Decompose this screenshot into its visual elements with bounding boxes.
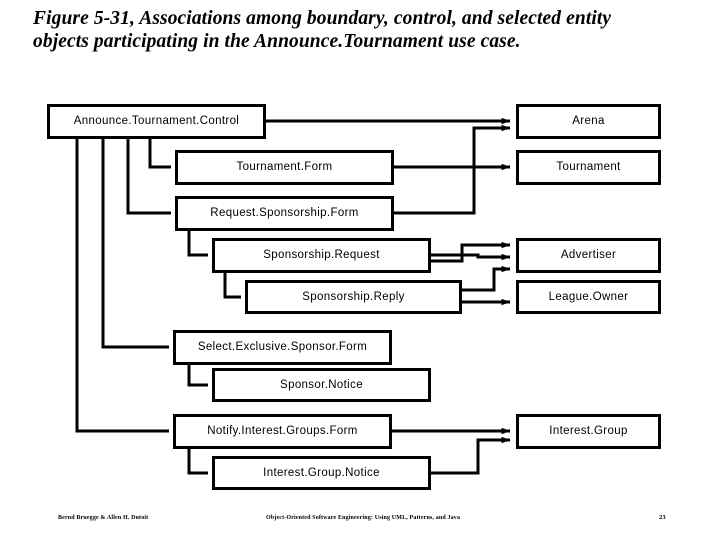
object-box-sponsorship-request[interactable]: Sponsorship.Request [212, 238, 431, 273]
object-box-select-exclusive-sponsor-form[interactable]: Select.Exclusive.Sponsor.Form [173, 330, 392, 365]
object-box-label: Arena [572, 115, 605, 127]
assoc-control-selectform [101, 139, 169, 349]
uml-association-diagram: Announce.Tournament.Control Arena Tourna… [0, 0, 720, 540]
footer-authors: Bernd Bruegge & Allen H. Dutoit [58, 515, 149, 521]
object-box-label: Notify.Interest.Groups.Form [207, 425, 358, 437]
object-box-notify-interest-groups-form[interactable]: Notify.Interest.Groups.Form [173, 414, 392, 449]
object-box-tournament[interactable]: Tournament [516, 150, 661, 185]
assoc-tournamentform-arena [394, 124, 511, 169]
object-box-label: League.Owner [548, 290, 629, 303]
assoc-selectform-sponsornotice [187, 365, 208, 387]
object-box-label: Tournament [556, 161, 621, 173]
assoc-sponsorshiprequest-advertiser [431, 253, 511, 261]
assoc-requestform-sponsorshiprequest [187, 231, 208, 257]
object-box-label: Interest.Group [549, 425, 628, 437]
object-box-label: Request.Sponsorship.Form [210, 207, 359, 219]
object-box-label: Advertiser [560, 249, 617, 261]
object-box-interest-group-notice[interactable]: Interest.Group.Notice [212, 456, 431, 490]
assoc-control-notifyform [75, 139, 169, 433]
footer-page-number: 23 [659, 514, 666, 521]
object-box-announce-tournament-control[interactable]: Announce.Tournament.Control [47, 104, 266, 139]
assoc-sponsorshipreply-advertiser [462, 265, 511, 292]
object-box-tournament-form[interactable]: Tournament.Form [175, 150, 394, 185]
assoc-requestform-trunk [394, 167, 476, 215]
object-box-label: Sponsorship.Request [263, 249, 380, 261]
object-box-label: Sponsor.Notice [280, 378, 363, 391]
object-box-request-sponsorship-form[interactable]: Request.Sponsorship.Form [175, 196, 394, 231]
assoc-notifyform-interestgroupnotice [187, 449, 208, 475]
object-box-advertiser[interactable]: Advertiser [516, 238, 661, 273]
object-box-label: Sponsorship.Reply [302, 290, 405, 303]
object-box-sponsor-notice[interactable]: Sponsor.Notice [212, 368, 431, 402]
object-box-sponsorship-reply[interactable]: Sponsorship.Reply [245, 280, 462, 314]
assoc-sponsorshiprequest-sponsorshipreply [223, 273, 241, 299]
object-box-interest-group[interactable]: Interest.Group [516, 414, 661, 449]
assoc-control-tournamentform [148, 139, 171, 169]
object-box-league-owner[interactable]: League.Owner [516, 280, 661, 314]
assoc-interestgroupnotice-interestgroup [431, 436, 511, 475]
footer-book-title: Object-Oriented Software Engineering: Us… [266, 515, 461, 521]
object-box-label: Tournament.Form [236, 161, 333, 173]
object-box-arena[interactable]: Arena [516, 104, 661, 139]
object-box-label: Announce.Tournament.Control [73, 115, 240, 127]
object-box-label: Interest.Group.Notice [263, 466, 380, 479]
object-box-label: Select.Exclusive.Sponsor.Form [197, 341, 368, 353]
